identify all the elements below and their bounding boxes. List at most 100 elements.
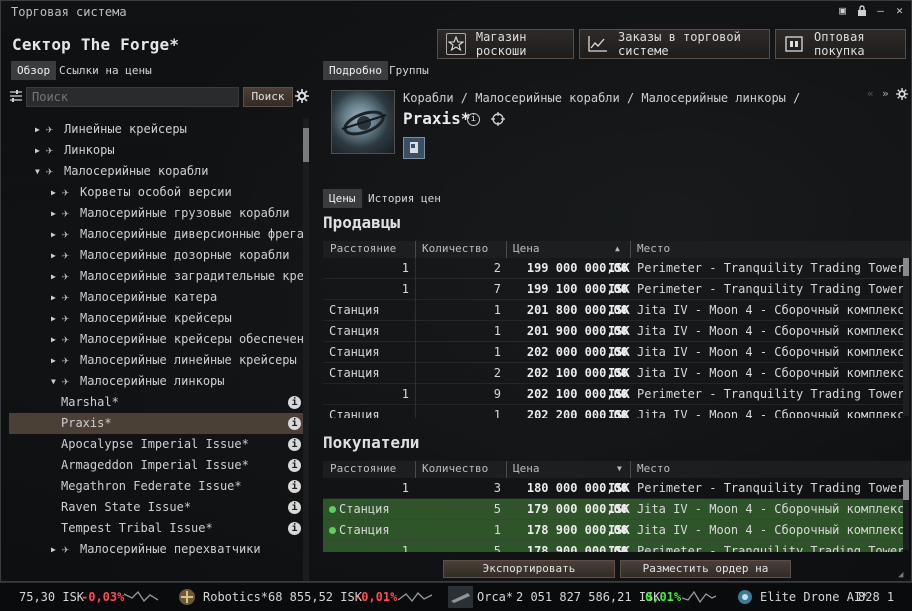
nav-forward-icon[interactable]: » — [882, 87, 889, 100]
ticker-name[interactable]: Orca* — [477, 590, 513, 604]
tree-item-ship[interactable]: Apocalypse Imperial Issue* i — [9, 434, 303, 455]
collapsed-arrow-icon[interactable]: ▶ — [35, 140, 45, 161]
tree-group[interactable]: ▶ ✈ Малосерийные грузовые корабли — [9, 203, 303, 224]
compact-icon[interactable]: ▣ — [837, 5, 848, 17]
expanded-arrow-icon[interactable]: ▼ — [35, 161, 45, 182]
order-row[interactable]: 1 5 178 900 000,00 ISK Perimeter - Tranquili… — [323, 541, 903, 552]
ship-thumbnail[interactable] — [331, 90, 395, 154]
buyers-scrollbar[interactable] — [903, 478, 909, 550]
order-row[interactable]: Станция 5 179 000 000,00 ISK Jita IV - Moon … — [323, 499, 903, 520]
tree-group[interactable]: ▶ ✈ Малосерийные линейные крейсеры — [9, 350, 303, 371]
info-icon[interactable]: i — [288, 438, 301, 451]
orca-ship-icon[interactable] — [448, 586, 473, 608]
order-row[interactable]: 1 9 202 100 000,00 ISK Perimeter - Tranquili… — [323, 384, 903, 405]
tree-scrollbar[interactable] — [303, 118, 309, 581]
export-button[interactable]: Экспортировать — [443, 560, 615, 578]
show-info-tile-icon[interactable] — [403, 137, 425, 159]
close-icon[interactable]: ✕ — [894, 5, 905, 17]
tab-overview[interactable]: Обзор — [11, 61, 57, 80]
ticker-name[interactable]: Robotics* — [203, 590, 268, 604]
collapsed-arrow-icon[interactable]: ▶ — [51, 329, 61, 350]
collapsed-arrow-icon[interactable]: ▶ — [51, 182, 61, 203]
order-row[interactable]: Станция 1 201 800 000,00 ISK Jita IV - Moon … — [323, 300, 903, 321]
order-row[interactable]: 1 3 180 000 000,00 ISK Perimeter - Tranquili… — [323, 478, 903, 499]
col-distance[interactable]: Расстояние — [330, 242, 396, 255]
info-icon[interactable]: i — [288, 480, 301, 493]
tab-details[interactable]: Подробно — [323, 61, 388, 80]
collapsed-arrow-icon[interactable]: ▶ — [51, 287, 61, 308]
tree-item-ship[interactable]: Raven State Issue* i — [9, 497, 303, 518]
sort-ascending-icon[interactable]: ▲ — [615, 244, 620, 253]
detail-settings-gear-icon[interactable] — [896, 88, 908, 103]
order-row[interactable]: Станция 1 202 200 000,00 ISK Jita IV - Moon … — [323, 405, 903, 418]
target-icon[interactable] — [491, 112, 505, 129]
tab-prices[interactable]: Цены — [323, 189, 362, 208]
order-row[interactable]: 1 2 199 000 000,00 ISK Perimeter - Tranquili… — [323, 258, 903, 279]
col-price[interactable]: Цена — [513, 242, 540, 255]
drone-ai-icon[interactable] — [734, 586, 756, 608]
tree-group[interactable]: ▶ ✈ Малосерийные крейсеры — [9, 308, 303, 329]
tree-group[interactable]: ▶ ✈ Малосерийные крейсеры обеспечения — [9, 329, 303, 350]
tree-group[interactable]: ▶ ✈ Малосерийные дозорные корабли — [9, 245, 303, 266]
collapsed-arrow-icon[interactable]: ▶ — [51, 266, 61, 287]
sort-descending-icon[interactable]: ▼ — [617, 464, 622, 473]
sellers-scrollbar[interactable] — [903, 256, 909, 416]
sellers-scrollbar-thumb[interactable] — [903, 258, 909, 276]
item-info-icon[interactable]: i — [467, 113, 480, 126]
tree-group[interactable]: ▶✈ Малосерийные заградительные крейсеры — [9, 266, 303, 287]
collapsed-arrow-icon[interactable]: ▶ — [51, 539, 61, 560]
luxury-store-button[interactable]: Магазин роскоши — [437, 29, 574, 59]
order-row[interactable]: 1 7 199 100 000,00 ISK Perimeter - Tranquili… — [323, 279, 903, 300]
tree-item-ship[interactable]: Tempest Tribal Issue* i — [9, 518, 303, 539]
order-row[interactable]: Станция 2 202 100 000,00 ISK Jita IV - Moon … — [323, 363, 903, 384]
tree-group[interactable]: ▶ ✈ Малосерийные диверсионные фрегаты — [9, 224, 303, 245]
collapsed-arrow-icon[interactable]: ▶ — [35, 119, 45, 140]
order-row[interactable]: Станция 1 201 900 000,00 ISK Jita IV - Moon … — [323, 321, 903, 342]
tree-group[interactable]: ▶ ✈ Корветы особой версии — [9, 182, 303, 203]
order-row[interactable]: Станция 1 202 000 000,00 ISK Jita IV - Moon … — [323, 342, 903, 363]
market-orders-button[interactable]: Заказы в торговой системе — [579, 29, 770, 59]
expanded-arrow-icon[interactable]: ▼ — [51, 371, 61, 392]
col-location[interactable]: Место — [637, 242, 670, 255]
collapsed-arrow-icon[interactable]: ▶ — [51, 350, 61, 371]
order-row[interactable]: Станция 1 178 900 000,00 ISK Jita IV - Moon … — [323, 520, 903, 541]
lock-icon[interactable] — [856, 5, 867, 17]
collapsed-arrow-icon[interactable]: ▶ — [51, 308, 61, 329]
col-quantity[interactable]: Количество — [422, 462, 488, 475]
col-distance[interactable]: Расстояние — [330, 462, 396, 475]
tree-item-ship[interactable]: Armageddon Imperial Issue* i — [9, 455, 303, 476]
collapsed-arrow-icon[interactable]: ▶ — [51, 224, 61, 245]
tree-item-ship[interactable]: Praxis* i — [9, 413, 303, 434]
tree-item-ship[interactable]: Megathron Federate Issue* i — [9, 476, 303, 497]
collapsed-arrow-icon[interactable]: ▶ — [51, 203, 61, 224]
tree-item-ship[interactable]: Marshal* i — [9, 392, 303, 413]
col-price[interactable]: Цена — [513, 462, 540, 475]
info-icon[interactable]: i — [288, 417, 301, 430]
filter-icon[interactable] — [10, 89, 22, 106]
tab-price-history[interactable]: История цен — [362, 189, 447, 208]
place-buy-order-button[interactable]: Разместить ордер на покупку — [620, 560, 791, 591]
tree-group[interactable]: ▼ ✈ Малосерийные корабли — [9, 161, 303, 182]
resize-grip-icon[interactable]: ◢ — [898, 570, 903, 580]
tab-groups[interactable]: Группы — [383, 61, 435, 80]
tree-group[interactable]: ▶ ✈ Линейные крейсеры — [9, 119, 303, 140]
collapsed-arrow-icon[interactable]: ▶ — [51, 245, 61, 266]
ticker-name[interactable]: Elite Drone AI* — [760, 590, 868, 604]
tree-group[interactable]: ▶ ✈ Линкоры — [9, 140, 303, 161]
bulk-buy-button[interactable]: Оптовая покупка — [775, 29, 906, 59]
tree-group[interactable]: ▶ ✈ Малосерийные перехватчики — [9, 539, 303, 560]
search-button[interactable]: Поиск — [243, 87, 293, 107]
info-icon[interactable]: i — [288, 501, 301, 514]
col-quantity[interactable]: Количество — [422, 242, 488, 255]
tree-group[interactable]: ▼ ✈ Малосерийные линкоры — [9, 371, 303, 392]
settings-gear-icon[interactable] — [295, 89, 309, 106]
info-icon[interactable]: i — [288, 396, 301, 409]
tree-group[interactable]: ▶ ✈ Малосерийные катера — [9, 287, 303, 308]
info-icon[interactable]: i — [288, 459, 301, 472]
nav-back-icon[interactable]: « — [867, 87, 874, 100]
robotics-icon[interactable] — [176, 586, 198, 608]
buyers-scrollbar-thumb[interactable] — [903, 480, 909, 500]
info-icon[interactable]: i — [288, 522, 301, 535]
col-location[interactable]: Место — [637, 462, 670, 475]
minimize-icon[interactable]: – — [875, 5, 886, 17]
